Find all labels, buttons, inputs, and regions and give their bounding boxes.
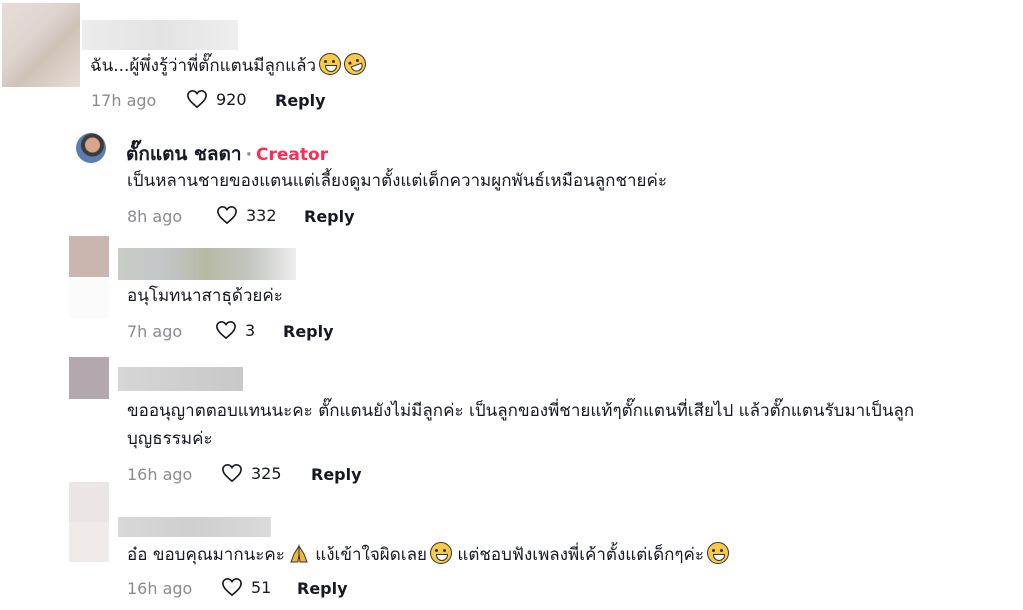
heart-icon[interactable]: [186, 89, 208, 109]
timestamp: 8h ago: [127, 207, 183, 226]
laugh-tears-icon: [341, 49, 370, 79]
avatar[interactable]: [76, 133, 106, 163]
like-count: 51: [251, 577, 272, 597]
heart-icon[interactable]: [221, 577, 243, 597]
avatar[interactable]: [69, 236, 109, 318]
username-redacted[interactable]: [118, 367, 243, 391]
comment-3: อนุโมทนาสาธุด้วยค่ะ 7h ago 3 Reply: [0, 233, 1023, 351]
comment-4: ขออนุญาตตอบแทนนะคะ ตั๊กแตนยังไม่มีลูกค่ะ…: [0, 351, 1023, 484]
comment-text-line-1: ขออนุญาตตอบแทนนะคะ ตั๊กแตนยังไม่มีลูกค่ะ…: [127, 401, 915, 421]
comment-text: อ๋อ ขอบคุณมากนะคะ แง้เข้าใจผิดเลย แต่ชอบ…: [127, 542, 730, 566]
username-redacted[interactable]: [82, 20, 238, 50]
like-count: 3: [245, 320, 256, 340]
like-count: 920: [216, 89, 247, 109]
comment-5: อ๋อ ขอบคุณมากนะคะ แง้เข้าใจผิดเลย แต่ชอบ…: [0, 479, 1023, 610]
like-count: 332: [246, 205, 277, 225]
avatar[interactable]: [2, 3, 80, 87]
reply-button[interactable]: Reply: [297, 579, 348, 598]
avatar[interactable]: [69, 357, 109, 399]
creator-name[interactable]: ตั๊กแตน ชลดา · Creator: [126, 139, 328, 169]
grin-sweat-icon: [319, 53, 342, 75]
comment-text: เป็นหลานชายของแตนแต่เลี้ยงดูมาตั้งแต่เด็…: [127, 171, 668, 191]
reply-button[interactable]: Reply: [275, 91, 326, 110]
grin-sweat-icon: [429, 542, 452, 564]
like-button[interactable]: 51: [221, 577, 271, 597]
reply-button[interactable]: Reply: [283, 322, 334, 341]
like-button[interactable]: 920: [186, 89, 247, 109]
timestamp: 16h ago: [127, 579, 193, 598]
username-redacted[interactable]: [118, 517, 271, 537]
reply-button[interactable]: Reply: [304, 207, 355, 226]
like-button[interactable]: 3: [215, 320, 255, 340]
comment-text-line-2: บุญธรรมค่ะ: [127, 429, 213, 449]
comment-2: ตั๊กแตน ชลดา · Creator เป็นหลานชายของแตนแต…: [0, 118, 1023, 233]
username-redacted[interactable]: [118, 248, 296, 280]
pray-icon: [290, 544, 308, 563]
comment-1: ฉัน...ผู้พึ่งรู้ว่าพี่ตั๊กแตนมีลูกแล้ว 1…: [0, 0, 1023, 118]
heart-icon[interactable]: [215, 320, 237, 340]
avatar[interactable]: [69, 482, 109, 562]
heart-icon[interactable]: [216, 205, 238, 225]
comment-text: อนุโมทนาสาธุด้วยค่ะ: [127, 286, 283, 306]
creator-badge: Creator: [256, 145, 329, 165]
timestamp: 17h ago: [91, 91, 157, 110]
like-button[interactable]: 332: [216, 205, 277, 225]
timestamp: 7h ago: [127, 322, 183, 341]
comment-text: ฉัน...ผู้พึ่งรู้ว่าพี่ตั๊กแตนมีลูกแล้ว: [90, 49, 370, 79]
grin-icon: [707, 542, 730, 564]
